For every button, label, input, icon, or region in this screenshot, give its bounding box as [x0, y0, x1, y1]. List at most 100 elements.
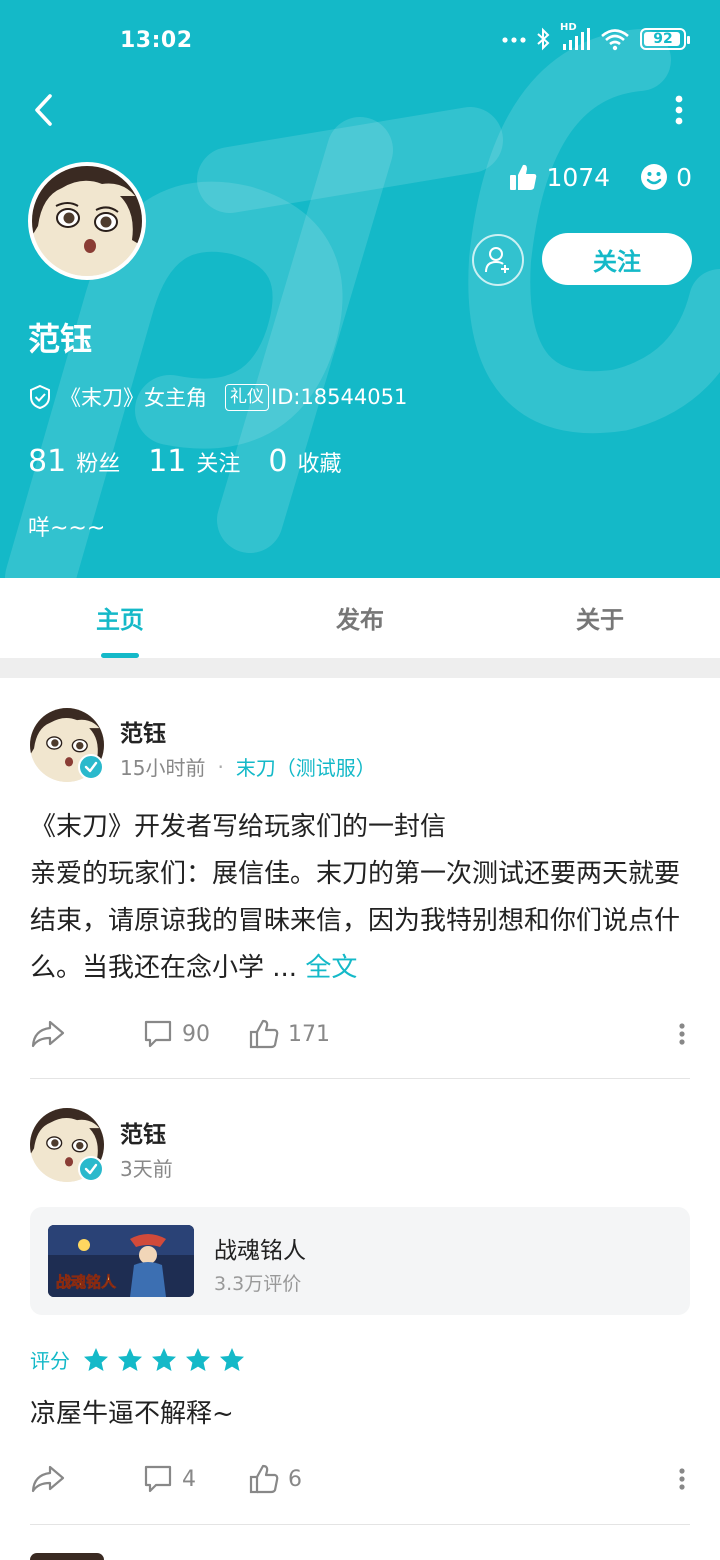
share-button[interactable] — [30, 1012, 66, 1056]
likes-stat: 1074 — [508, 162, 610, 192]
author-avatar[interactable] — [30, 1553, 104, 1560]
comment-count: 4 — [182, 1466, 196, 1492]
emoji-stat: 0 — [640, 163, 692, 192]
tab-about[interactable]: 关于 — [480, 578, 720, 658]
post-body[interactable]: 凉屋牛逼不解释~ — [30, 1391, 694, 1438]
shield-check-icon — [30, 384, 50, 410]
like-button[interactable]: 171 — [248, 1012, 330, 1056]
verified-badge — [78, 1156, 104, 1182]
add-user-icon — [485, 247, 509, 273]
smiley-icon — [641, 164, 668, 190]
share-button[interactable] — [30, 1457, 66, 1501]
profile-tabs: 主页 发布 关于 — [0, 578, 720, 658]
more-options-button[interactable] — [668, 88, 690, 132]
following-count[interactable]: 11 — [148, 444, 186, 479]
vertical-dots-icon — [675, 95, 683, 125]
post-time: 3天前 — [120, 1157, 173, 1181]
profile-name: 范钰 — [28, 320, 93, 358]
post-divider — [30, 1524, 690, 1525]
wifi-icon — [601, 29, 629, 51]
like-count: 6 — [288, 1466, 302, 1492]
like-button[interactable]: 6 — [248, 1457, 302, 1501]
battery-percent: 92 — [653, 31, 673, 47]
following-label[interactable]: 关注 — [196, 446, 240, 478]
vertical-dots-icon — [679, 1468, 685, 1490]
comment-icon — [144, 1465, 172, 1493]
battery-cap — [687, 36, 690, 44]
check-icon — [84, 1163, 98, 1175]
add-friend-button[interactable] — [472, 234, 524, 286]
star-icon — [186, 1347, 210, 1371]
post-text: 亲爱的玩家们：展信佳。末刀的第一次测试还要两天就要结束，请原谅我的冒昧来信，因为… — [30, 851, 694, 992]
game-card[interactable]: 战魂铭人 战魂铭人 3.3万评价 — [30, 1207, 690, 1315]
etiquette-badge: 礼仪 — [225, 383, 269, 411]
section-divider — [0, 658, 720, 678]
emoji-count: 0 — [676, 162, 692, 192]
tab-posts[interactable]: 发布 — [240, 578, 480, 658]
signal-icon: HD — [560, 22, 590, 52]
svg-text:战魂铭人: 战魂铭人 — [56, 1273, 117, 1291]
watermark-logo — [5, 29, 720, 578]
star-icon — [118, 1347, 142, 1371]
post-title: 《末刀》开发者写给玩家们的一封信 — [30, 812, 447, 842]
favorites-count[interactable]: 0 — [268, 444, 287, 479]
meta-dot: · — [217, 754, 224, 779]
profile-user-id: ID:18544051 — [271, 385, 408, 409]
post-more-button[interactable] — [678, 1012, 686, 1056]
post-author[interactable]: 范钰 — [120, 1115, 166, 1149]
comment-button[interactable]: 4 — [142, 1457, 196, 1501]
status-time: 13:02 — [120, 28, 193, 53]
post-meta: 15小时前 · 末刀（测试服） — [120, 752, 376, 781]
post-actions: 4 6 — [30, 1457, 690, 1501]
bluetooth-icon — [537, 27, 550, 51]
comment-icon — [144, 1020, 172, 1048]
fans-count[interactable]: 81 — [28, 444, 66, 479]
rating-row: 评分 — [30, 1345, 246, 1374]
post-author[interactable]: 范钰 — [120, 714, 166, 748]
avatar-hair — [30, 1553, 104, 1560]
post-more-button[interactable] — [678, 1457, 686, 1501]
share-icon — [31, 1020, 65, 1048]
profile-bio: 咩~~~ — [28, 516, 106, 541]
back-button[interactable] — [22, 88, 66, 132]
rating-label: 评分 — [30, 1349, 70, 1373]
chevron-left-icon — [35, 94, 52, 126]
game-link[interactable]: 末刀（测试服） — [236, 752, 376, 781]
follow-button[interactable]: 关注 — [542, 233, 692, 285]
post-time: 15小时前 — [120, 756, 206, 780]
profile-header: 13:02 HD 92 1074 0 关注 范钰 《末刀》女主角 礼仪 ID:1… — [0, 0, 720, 578]
post-meta: 3天前 — [120, 1153, 173, 1182]
avatar-illustration — [32, 166, 142, 276]
feed-post[interactable]: 范钰 3天前 战魂铭人 战魂铭人 3.3万评价 评分 凉屋牛逼不解释~ 4 6 — [0, 1079, 720, 1524]
profile-stats: 1074 0 — [508, 162, 692, 192]
star-icon — [152, 1347, 176, 1371]
share-icon — [31, 1465, 65, 1493]
more-dots-icon — [502, 37, 526, 43]
profile-avatar[interactable] — [28, 162, 146, 280]
star-icon — [84, 1347, 108, 1371]
comment-button[interactable]: 90 — [142, 1012, 210, 1056]
star-icon — [220, 1347, 244, 1371]
game-name: 战魂铭人 — [214, 1238, 306, 1264]
thumbs-up-icon — [249, 1464, 279, 1494]
post-body[interactable]: 《末刀》开发者写给玩家们的一封信 亲爱的玩家们：展信佳。末刀的第一次测试还要两天… — [30, 804, 694, 992]
favorites-label[interactable]: 收藏 — [298, 446, 342, 478]
feed-post[interactable]: 范钰 15小时前 · 末刀（测试服） 《末刀》开发者写给玩家们的一封信 亲爱的玩… — [0, 678, 720, 1078]
game-thumbnail: 战魂铭人 — [48, 1225, 194, 1297]
verified-badge — [78, 754, 104, 780]
status-bar: 13:02 HD 92 — [0, 0, 720, 84]
comment-count: 90 — [182, 1021, 210, 1047]
like-count: 171 — [288, 1021, 330, 1047]
check-icon — [84, 761, 98, 773]
profile-tags: 《末刀》女主角 礼仪 ID:18544051 — [28, 382, 407, 412]
likes-count: 1074 — [546, 162, 611, 192]
read-more-link[interactable]: 全文 — [305, 953, 357, 983]
fans-label[interactable]: 粉丝 — [76, 446, 120, 478]
vertical-dots-icon — [679, 1023, 685, 1045]
thumbs-up-icon — [249, 1019, 279, 1049]
post-actions: 90 171 — [30, 1012, 690, 1056]
thumbs-up-icon — [510, 164, 537, 190]
battery-indicator: 92 — [640, 28, 690, 50]
tab-home[interactable]: 主页 — [0, 578, 240, 658]
game-cover-art: 战魂铭人 — [48, 1225, 194, 1297]
